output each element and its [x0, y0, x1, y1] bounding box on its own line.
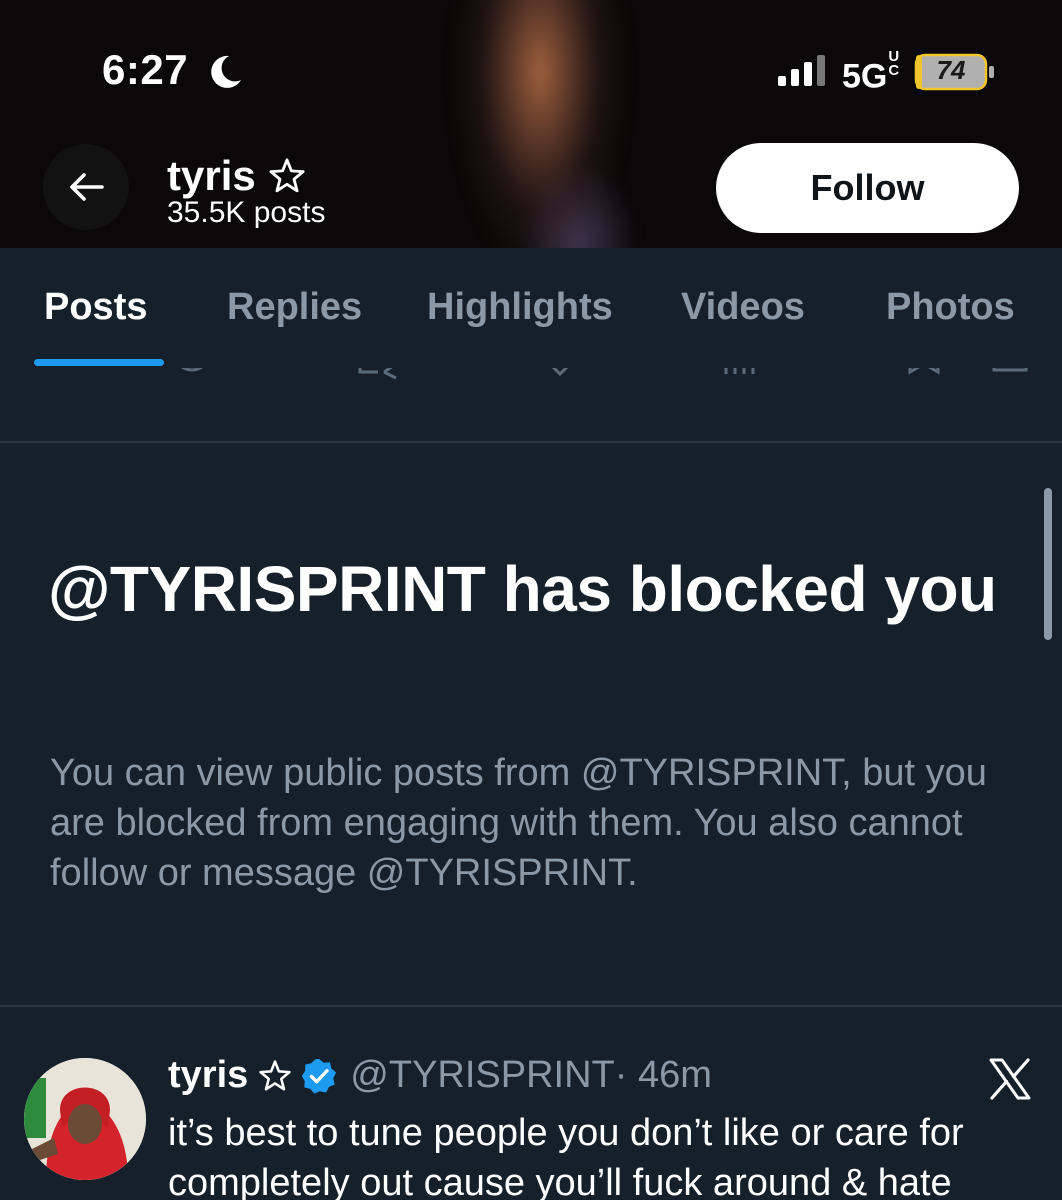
share-icon [992, 368, 1028, 372]
network-sup: UC [888, 48, 899, 79]
network-label: 5GUC [842, 48, 899, 96]
profile-name: tyris [167, 152, 256, 199]
status-time: 6:27 [102, 46, 189, 93]
back-button[interactable] [43, 144, 129, 230]
cellular-signal-icon [778, 55, 825, 86]
network-type: 5G [842, 57, 888, 96]
battery-level: 74 [936, 55, 966, 85]
post-handle[interactable]: @TYRISPRINT [350, 1054, 614, 1097]
blocked-description: You can view public posts from @TYRISPRI… [50, 752, 987, 894]
post-text-line: it’s best to tune people you don’t like … [168, 1112, 964, 1154]
post-author-name[interactable]: tyris [168, 1054, 248, 1097]
active-tab-indicator [34, 359, 164, 366]
avatar[interactable] [24, 1058, 146, 1180]
repost-icon [358, 368, 397, 380]
tab-highlights[interactable]: Highlights [427, 286, 613, 329]
profile-name-row: tyris [167, 152, 306, 200]
moon-icon [211, 55, 241, 88]
reply-icon [181, 368, 203, 372]
post-count: 35.5K posts [167, 196, 326, 229]
star-outline-icon [269, 158, 305, 193]
post-text[interactable]: it’s best to tune people you don’t like … [168, 1108, 1048, 1200]
tab-replies[interactable]: Replies [227, 286, 362, 329]
banner-image [380, 0, 700, 248]
post-header: tyris @TYRISPRINT · 46m [168, 1054, 712, 1097]
post-timestamp[interactable]: · 46m [615, 1054, 712, 1097]
scrollbar[interactable] [1044, 488, 1052, 640]
tab-photos[interactable]: Photos [886, 286, 1015, 329]
bookmark-icon [908, 368, 940, 375]
post-text-line: completely out cause you’ll fuck around … [168, 1162, 952, 1200]
follow-button[interactable]: Follow [716, 143, 1019, 233]
profile-banner: 6:27 5GUC 74 tyris 35.5K posts Follow [0, 0, 1062, 248]
divider [0, 441, 1062, 443]
verified-badge-icon [302, 1058, 337, 1094]
star-outline-icon [259, 1059, 292, 1091]
views-icon [724, 368, 755, 374]
previous-post-actions [0, 368, 1062, 388]
profile-tabs: Posts Replies Highlights Videos Photos [0, 248, 1062, 368]
x-logo-icon [989, 1058, 1031, 1100]
tab-videos[interactable]: Videos [681, 286, 805, 329]
arrow-left-icon [70, 173, 104, 201]
like-icon [551, 368, 569, 377]
tab-posts[interactable]: Posts [44, 286, 147, 329]
blocked-title: @TYRISPRINT has blocked you [48, 553, 997, 625]
avatar-image [24, 1058, 146, 1180]
divider [0, 1005, 1062, 1007]
